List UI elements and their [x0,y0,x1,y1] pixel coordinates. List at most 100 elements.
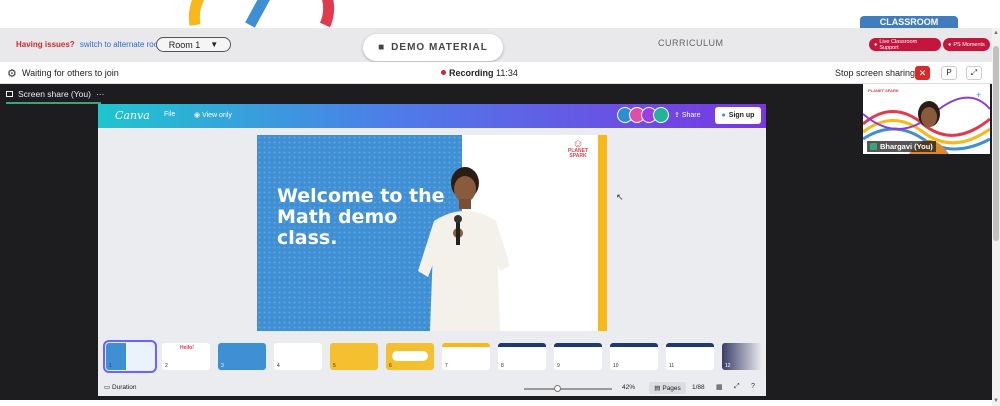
issues-notice: Having issues? switch to alternate room [16,40,165,49]
participant-brand-logo: PLANET SPARK [868,88,899,93]
collaborator-avatars [617,107,669,123]
thumbnail-number: 10 [613,363,619,369]
ps-moments-label: PS Moments [953,41,985,48]
eye-icon: ◉ [194,112,203,119]
slide-thumbnail[interactable]: 3 [218,343,266,370]
live-support-button[interactable]: ● Live Classroom Support [869,38,941,51]
curriculum-tab[interactable]: CURRICULUM [658,38,724,48]
stop-sharing-label: Stop screen sharing [835,68,916,78]
zoom-value: 42% [622,384,636,391]
room-select[interactable]: Room 1 ▼ [156,37,231,52]
pages-label: Pages [662,384,681,392]
share-icon: ⇪ [674,112,682,119]
page-scrollbar[interactable]: ▲ ▼ [992,28,1000,406]
scroll-up-icon[interactable]: ▲ [993,30,999,36]
canva-logo[interactable]: Canva [115,109,150,122]
canva-view-only[interactable]: ◉ View only [194,111,232,119]
zoom-slider-handle[interactable] [554,385,561,392]
room-select-value: Room 1 [168,39,201,50]
scroll-down-icon[interactable]: ▼ [993,398,999,404]
more-options-icon[interactable]: ··· [96,89,105,99]
timer-icon: ▭ [104,384,112,391]
canva-file-menu[interactable]: File [164,111,175,118]
classroom-tab[interactable]: CLASSROOM [860,16,958,28]
thumbnail-number: 7 [445,363,448,369]
canva-share-button[interactable]: ⇪ Share [674,111,701,119]
help-icon[interactable]: ? [751,383,755,390]
current-slide: Welcome to the Math demo class. ☺ PLANET… [257,135,607,331]
pages-button[interactable]: ▤ Pages [649,382,686,394]
duration-button[interactable]: ▭ Duration [104,383,137,391]
duration-label: Duration [111,384,137,391]
slide-yellow-bar [598,135,607,331]
recording-label: Recording [449,68,494,78]
canva-toolbar: Canva File ◉ View only ⇪ Share ● Sign up [98,104,766,128]
recording-dot-icon [441,70,446,75]
view-only-label: View only [202,112,232,119]
demo-material-label: DEMO MATERIAL [391,42,488,53]
bottom-strip [0,400,992,406]
participant-name: Bhargavi (You) [880,142,933,151]
recording-indicator: Recording 11:34 [441,68,518,78]
fullscreen-icon[interactable]: ⤢ [734,383,740,391]
share-label: Share [681,112,701,119]
pages-icon: ▤ [654,385,661,392]
canva-signup-button[interactable]: ● Sign up [715,107,761,124]
slide-thumbnail[interactable]: 11 [666,343,714,370]
slide-thumbnail[interactable]: 9 [554,343,602,370]
slide-thumbnail[interactable]: 8 [498,343,546,370]
scrollbar-thumb[interactable] [993,46,999,241]
screen-share-label: Screen share (You) [18,89,91,99]
demo-material-button[interactable]: ■ DEMO MATERIAL [363,34,503,61]
slide-brand-logo: ☺ PLANET SPARK [563,138,593,159]
student-photo [418,167,510,331]
slide-thumbnail[interactable]: 12 [722,343,762,370]
screen-icon [6,91,13,97]
recording-time: 11:34 [496,68,518,78]
slide-thumbnail[interactable]: 6 [386,343,434,370]
mouse-cursor-icon: ↖ [616,192,624,202]
thumbnail-number: 4 [277,363,280,369]
thumbnail-number: 8 [501,363,504,369]
avatar [653,107,669,123]
caret-down-icon: ▼ [210,40,219,49]
classroom-topbar: Having issues? switch to alternate room … [0,28,992,62]
ps-moments-button[interactable]: ● PS Moments [943,38,990,51]
support-icon: ● [874,41,878,48]
meeting-header: ⚙ Waiting for others to join Recording 1… [0,62,992,84]
thumbnail-number: 2 [165,363,168,369]
zoom-slider[interactable] [524,388,612,390]
issues-text: Having issues? [16,40,75,49]
slide-thumbnail[interactable]: 7 [442,343,490,370]
robot-icon: ☺ [572,138,584,150]
google-icon: ● [721,112,726,119]
slide-thumbnail[interactable]: 4 [274,343,322,370]
grid-view-icon[interactable]: ▦ [716,383,723,391]
slide-thumbnail[interactable]: 10 [610,343,658,370]
switch-room-link[interactable]: switch to alternate room [80,40,165,49]
mic-icon [870,143,877,150]
live-support-label: Live Classroom Support [879,38,918,51]
p-button[interactable]: P [941,66,957,80]
gear-icon[interactable]: ⚙ [7,67,17,80]
signup-label: Sign up [728,112,755,119]
thumbnail-number: 5 [333,363,336,369]
canva-bottom-bar: ▭ Duration 42% ▤ Pages 1/88 ▦ ⤢ ? [98,380,766,396]
participant-tile: PLANET SPARK + Bhargavi (You) [863,84,990,154]
thumbnail-number: 3 [221,363,224,369]
thumbnail-number: 9 [557,363,560,369]
screen-share-tab[interactable]: Screen share (You) ··· [6,86,104,102]
slide-thumbnail[interactable]: 1 [103,340,157,373]
slide-thumbnail[interactable]: 5 [330,343,378,370]
slide-thumbnail[interactable]: Hello! 2 [162,343,210,370]
waiting-status: Waiting for others to join [22,68,119,78]
add-icon[interactable]: + [976,90,981,100]
participant-name-label: Bhargavi (You) [867,141,936,152]
thumbnail-number: 6 [389,363,392,369]
stop-sharing-button[interactable]: ✕ [915,66,930,80]
thumbnail-number: 1 [109,363,112,369]
star-icon: ● [948,41,952,48]
fullscreen-icon[interactable]: ⤢ [966,66,982,80]
canva-shared-screen: Canva File ◉ View only ⇪ Share ● Sign up … [98,104,766,396]
thumbnail-number: 12 [725,363,731,369]
